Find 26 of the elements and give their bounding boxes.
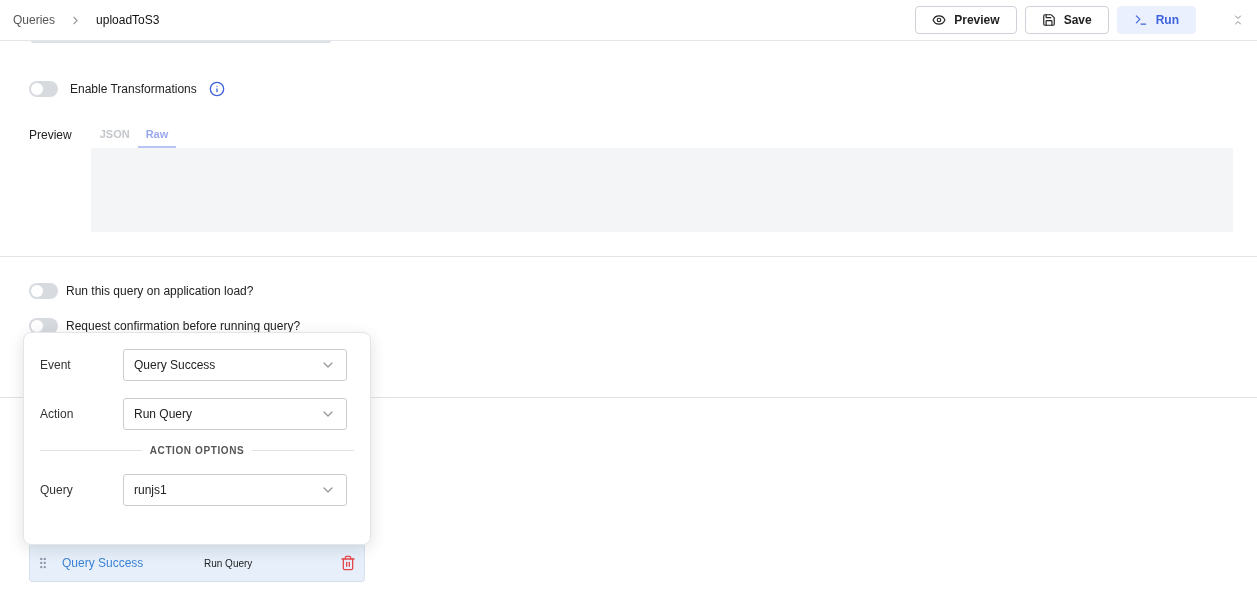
event-name: Query Success xyxy=(62,556,145,570)
dropdown-select[interactable]: runjs1 xyxy=(123,474,347,506)
preview-label: Preview xyxy=(29,128,72,142)
toggle-label: Run this query on application load? xyxy=(66,284,254,298)
trash-icon[interactable] xyxy=(340,555,356,571)
field-label: Event xyxy=(40,358,72,372)
preview-button[interactable]: Preview xyxy=(915,6,1017,34)
section-title: ACTION OPTIONS xyxy=(149,445,245,456)
toggle-switch[interactable] xyxy=(29,81,58,97)
toggle-switch[interactable] xyxy=(29,283,58,299)
toggle-label: Enable Transformations xyxy=(70,82,197,96)
info-icon[interactable] xyxy=(208,81,225,97)
toggle-label: Request confirmation before running query? xyxy=(66,319,301,333)
field-label: Query xyxy=(40,483,74,497)
field-label: Action xyxy=(40,407,75,421)
event-action: Run Query xyxy=(204,557,254,569)
eye-icon xyxy=(932,13,947,27)
dropdown-select[interactable]: Query Success xyxy=(123,349,347,381)
save-button[interactable]: Save xyxy=(1024,6,1109,34)
breadcrumb-link[interactable]: Queries xyxy=(13,13,56,27)
event-row[interactable]: Query Success Run Query xyxy=(29,544,365,582)
breadcrumb-current: uploadToS3 xyxy=(96,13,160,27)
collapse-icon[interactable] xyxy=(1232,14,1244,26)
terminal-icon xyxy=(1133,13,1148,27)
run-button[interactable]: Run xyxy=(1116,6,1196,34)
dropdown-select[interactable]: Run Query xyxy=(123,398,347,430)
